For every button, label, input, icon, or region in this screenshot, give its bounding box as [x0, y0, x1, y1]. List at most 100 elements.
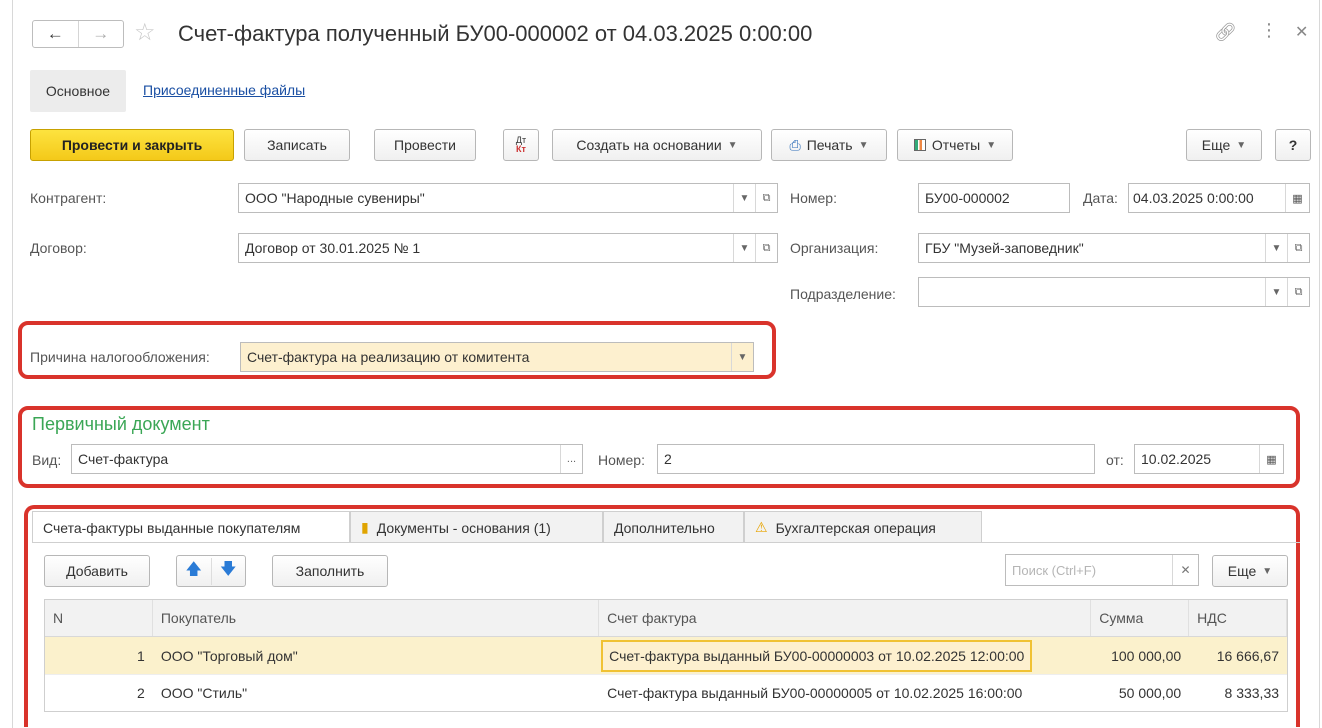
- window-title: Счет-фактура полученный БУ00-000002 от 0…: [178, 21, 813, 46]
- counterparty-field[interactable]: ООО "Народные сувениры" ▼ ⧉: [238, 183, 778, 213]
- doc-date-field[interactable]: 10.02.2025 ▦: [1134, 444, 1284, 474]
- cell-vat: 8 333,33: [1224, 685, 1280, 701]
- column-header-n[interactable]: N: [45, 600, 153, 636]
- more-button[interactable]: Еще ▼: [1186, 129, 1262, 161]
- number-label: Номер:: [790, 190, 837, 206]
- doc-date-label: от:: [1106, 452, 1124, 468]
- kind-label: Вид:: [32, 452, 62, 468]
- close-icon[interactable]: ✕: [1295, 22, 1308, 42]
- cell-n: 2: [137, 685, 145, 701]
- column-header-buyer[interactable]: Покупатель: [153, 600, 600, 636]
- add-button[interactable]: Добавить: [44, 555, 150, 587]
- chevron-down-icon: ▼: [1262, 565, 1273, 577]
- search-input[interactable]: Поиск (Ctrl+F) ✕: [1005, 554, 1199, 586]
- printer-icon: ⎙: [789, 136, 801, 153]
- warning-icon: ⚠: [755, 519, 768, 535]
- chevron-down-icon[interactable]: ▼: [733, 184, 755, 212]
- fill-button[interactable]: Заполнить: [272, 555, 388, 587]
- post-button[interactable]: Провести: [374, 129, 476, 161]
- arrow-down-icon[interactable]: 🡇: [212, 558, 246, 585]
- doc-number-field[interactable]: 2: [657, 444, 1095, 474]
- organization-label: Организация:: [790, 240, 879, 256]
- organization-field[interactable]: ГБУ "Музей-заповедник" ▼ ⧉: [918, 233, 1310, 263]
- arrow-right-icon[interactable]: →: [79, 21, 124, 47]
- tab-accounting-operation[interactable]: ⚠ Бухгалтерская операция: [744, 511, 982, 543]
- print-label: Печать: [806, 137, 853, 153]
- tab-base-documents[interactable]: ▮ Документы - основания (1): [350, 511, 603, 543]
- contract-field[interactable]: Договор от 30.01.2025 № 1 ▼ ⧉: [238, 233, 778, 263]
- date-label: Дата:: [1083, 190, 1118, 206]
- ellipsis-icon[interactable]: ...: [560, 445, 582, 473]
- save-label: Записать: [267, 137, 327, 153]
- chevron-down-icon[interactable]: ▼: [731, 343, 753, 371]
- post-label: Провести: [394, 137, 456, 153]
- cell-buyer: ООО "Стиль": [160, 685, 248, 701]
- chevron-down-icon[interactable]: ▼: [1265, 234, 1287, 262]
- tab-invoices-issued[interactable]: Счета-фактуры выданные покупателям: [32, 511, 350, 543]
- more-vertical-icon[interactable]: ⋮: [1260, 20, 1278, 41]
- arrow-up-icon[interactable]: 🡅: [177, 557, 212, 585]
- contract-value: Договор от 30.01.2025 № 1: [245, 240, 421, 256]
- star-icon[interactable]: ☆: [134, 19, 156, 47]
- column-header-vat[interactable]: НДС: [1189, 600, 1287, 636]
- cell-buyer: ООО "Торговый дом": [160, 647, 298, 664]
- tab-attached-files[interactable]: Присоединенные файлы: [143, 82, 305, 98]
- kind-field[interactable]: Счет-фактура ...: [71, 444, 583, 474]
- reports-button[interactable]: Отчеты ▼: [897, 129, 1013, 161]
- chevron-down-icon[interactable]: ▼: [733, 234, 755, 262]
- more-label: Еще: [1201, 137, 1231, 153]
- tax-reason-value: Счет-фактура на реализацию от комитента: [247, 349, 530, 365]
- create-based-label: Создать на основании: [576, 137, 722, 153]
- cell-sum: 100 000,00: [1111, 647, 1182, 664]
- table-more-button[interactable]: Еще ▼: [1212, 555, 1288, 587]
- organization-value: ГБУ "Музей-заповедник": [925, 240, 1084, 256]
- cell-n: 1: [137, 647, 145, 664]
- save-button[interactable]: Записать: [244, 129, 350, 161]
- help-button[interactable]: ?: [1275, 129, 1311, 161]
- number-value: БУ00-000002: [925, 190, 1010, 206]
- tab-main[interactable]: Основное: [30, 70, 126, 112]
- department-field[interactable]: ▼ ⧉: [918, 277, 1310, 307]
- contract-label: Договор:: [30, 240, 87, 256]
- dt-kt-button[interactable]: Дт Кт: [503, 129, 539, 161]
- tab-label: Дополнительно: [614, 519, 715, 536]
- number-field[interactable]: БУ00-000002: [918, 183, 1070, 213]
- cell-invoice-wrap: Счет-фактура выданный БУ00-00000003 от 1…: [599, 637, 1091, 674]
- counterparty-label: Контрагент:: [30, 190, 107, 206]
- clear-icon[interactable]: ✕: [1172, 555, 1198, 585]
- move-buttons: 🡅 🡇: [176, 555, 246, 587]
- post-and-close-button[interactable]: Провести и закрыть: [30, 129, 234, 161]
- cell-invoice[interactable]: Счет-фактура выданный БУ00-00000003 от 1…: [601, 639, 1033, 672]
- report-icon: [913, 139, 926, 151]
- table-row[interactable]: 2 ООО "Стиль" Счет-фактура выданный БУ00…: [45, 674, 1287, 711]
- calendar-icon[interactable]: ▦: [1259, 445, 1283, 473]
- date-field[interactable]: 04.03.2025 0:00:00 ▦: [1128, 183, 1310, 213]
- arrow-left-icon[interactable]: ←: [33, 21, 79, 47]
- column-header-sum[interactable]: Сумма: [1091, 600, 1190, 636]
- nav-buttons: ← →: [32, 20, 124, 48]
- open-icon[interactable]: ⧉: [1287, 278, 1309, 306]
- link-icon[interactable]: 🔗︎: [1214, 22, 1237, 43]
- calendar-icon[interactable]: ▦: [1285, 184, 1309, 212]
- tab-label: Счета-фактуры выданные покупателям: [43, 519, 301, 536]
- table-more-label: Еще: [1227, 563, 1257, 579]
- tax-reason-field[interactable]: Счет-фактура на реализацию от комитента …: [240, 342, 754, 372]
- invoices-table: N Покупатель Счет фактура Сумма НДС 1 ОО…: [44, 599, 1288, 712]
- column-header-invoice[interactable]: Счет фактура: [599, 600, 1092, 636]
- tab-label: Бухгалтерская операция: [775, 519, 936, 536]
- chevron-down-icon[interactable]: ▼: [1265, 278, 1287, 306]
- chevron-down-icon: ▼: [727, 139, 738, 151]
- open-icon[interactable]: ⧉: [1287, 234, 1309, 262]
- chevron-down-icon: ▼: [1236, 139, 1247, 151]
- print-button[interactable]: ⎙ Печать ▼: [771, 129, 887, 161]
- tab-additional[interactable]: Дополнительно: [603, 511, 744, 543]
- cell-sum: 50 000,00: [1118, 685, 1182, 701]
- open-icon[interactable]: ⧉: [755, 234, 777, 262]
- post-and-close-label: Провести и закрыть: [61, 137, 203, 153]
- dt-kt-icon: Дт Кт: [515, 135, 527, 154]
- table-row[interactable]: 1 ООО "Торговый дом" Счет-фактура выданн…: [45, 637, 1287, 674]
- open-icon[interactable]: ⧉: [755, 184, 777, 212]
- fill-label: Заполнить: [295, 563, 365, 579]
- add-label: Добавить: [66, 563, 128, 579]
- create-based-on-button[interactable]: Создать на основании ▼: [552, 129, 762, 161]
